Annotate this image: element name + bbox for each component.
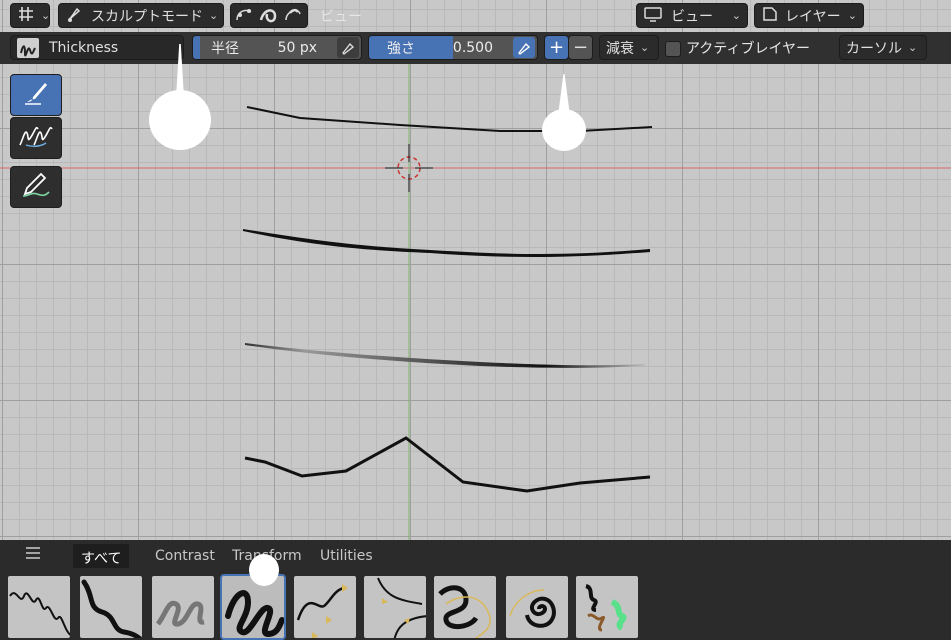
radius-slider[interactable]: 半径 50 px [192,35,362,60]
twist-icon [434,585,496,638]
strength-slider[interactable]: 強さ 0.500 [368,35,538,60]
smooth-tool-button[interactable] [10,117,62,159]
touch-pointer-large [149,90,211,150]
mode-label: スカルプトモード [91,8,203,25]
strength-pressure-icon[interactable] [513,37,535,58]
pencil-icon [19,170,53,204]
thick-wave-icon [80,579,142,638]
cursor-label: カーソル [846,40,902,57]
brush-icon [65,5,85,27]
pinch-icon [364,577,426,638]
brush-thumb-curve-arrows[interactable] [292,574,358,640]
stroke-fading [245,343,645,368]
loop-icon [222,590,284,638]
snap-dropdown[interactable]: ⌄ [10,3,50,28]
select-segment-icon[interactable] [282,5,304,27]
brush-thumbnail-icon [17,37,39,58]
active-layer-label: アクティブレイヤー [686,41,811,57]
stroke-thin [246,106,653,132]
chevron-down-icon: ⌄ [731,9,741,22]
falloff-label: 減衰 [606,40,634,57]
strokes-icon [16,121,56,155]
brush-thumb-twist[interactable] [432,574,498,640]
touch-pointer-small [249,554,279,586]
header-bar: ⌄ スカルプトモード ⌄ ビュー ビュー ⌄ レイヤー ⌄ [0,0,951,32]
brush-thumb-soft-wave[interactable] [150,574,216,640]
chevron-down-icon: ⌄ [41,9,51,22]
radius-label: 半径 [211,40,239,57]
view-menu[interactable]: ビュー [320,6,362,26]
strength-value: 0.500 [452,39,493,56]
falloff-dropdown[interactable]: 減衰 ⌄ [599,35,659,60]
chevron-down-icon: ⌄ [209,9,219,22]
edit-mode-group [230,3,308,28]
mode-dropdown[interactable]: スカルプトモード ⌄ [58,3,224,28]
brush-thumb-color-strokes[interactable] [574,574,640,640]
monitor-icon [643,5,663,27]
subtract-direction-button[interactable]: − [568,35,593,60]
layer-icon [761,5,779,27]
asset-shelf: すべて Contrast Transform Utilities [0,540,951,640]
brush-thumb-thick-wave[interactable] [78,574,144,640]
radius-slider-edge [193,36,200,59]
view-dropdown[interactable]: ビュー ⌄ [636,3,748,28]
shelf-menu-button[interactable] [10,542,56,568]
asset-shelf-tabs: すべて Contrast Transform Utilities [0,540,951,570]
brush-thumb-spiral[interactable] [504,574,570,640]
pressure-icon[interactable] [337,37,359,58]
active-layer-checkbox[interactable] [665,41,681,57]
cursor-dropdown[interactable]: カーソル ⌄ [839,35,927,60]
soft-wave-icon [152,600,214,638]
tool-settings-bar: Thickness 半径 50 px 強さ 0.500 + − 減衰 ⌄ アクテ… [0,32,951,64]
brush-thumb-loop[interactable] [220,574,286,640]
hamburger-icon [24,546,42,564]
chevron-down-icon: ⌄ [908,41,918,54]
tab-utilities[interactable]: Utilities [312,544,381,568]
chevron-down-icon: ⌄ [847,9,857,22]
viewport[interactable] [0,64,951,540]
tab-all[interactable]: すべて [73,544,130,568]
add-direction-button[interactable]: + [544,35,569,60]
strength-label: 強さ [387,40,415,57]
grid-snap-icon [17,5,35,27]
plus-label: + [548,36,565,58]
layer-dropdown-label: レイヤー [785,8,841,25]
layer-dropdown[interactable]: レイヤー ⌄ [754,3,864,28]
spiral-icon [506,589,568,638]
stroke-zigzag [244,436,651,493]
stroke-thick [243,229,650,257]
brush-thumb-pinch[interactable] [362,574,428,640]
select-stroke-icon[interactable] [258,5,280,27]
brush-stroke-icon [21,78,51,112]
brush-name: Thickness [49,39,119,56]
tab-contrast[interactable]: Contrast [147,544,223,568]
chevron-down-icon: ⌄ [640,41,650,54]
select-points-icon[interactable] [234,5,256,27]
brush-thumb-squiggle[interactable] [6,574,72,640]
minus-label: − [572,36,589,58]
draw-tool-button[interactable] [10,166,62,208]
squiggle-icon [8,592,70,638]
tweak-tool-button[interactable] [10,74,62,116]
viewport-canvas [0,64,951,540]
view-dropdown-label: ビュー [671,8,713,25]
brush-selector[interactable]: Thickness [10,35,184,60]
curve-arrows-icon [294,584,356,638]
radius-value: 50 px [277,39,317,56]
color-strokes-icon [576,584,638,638]
